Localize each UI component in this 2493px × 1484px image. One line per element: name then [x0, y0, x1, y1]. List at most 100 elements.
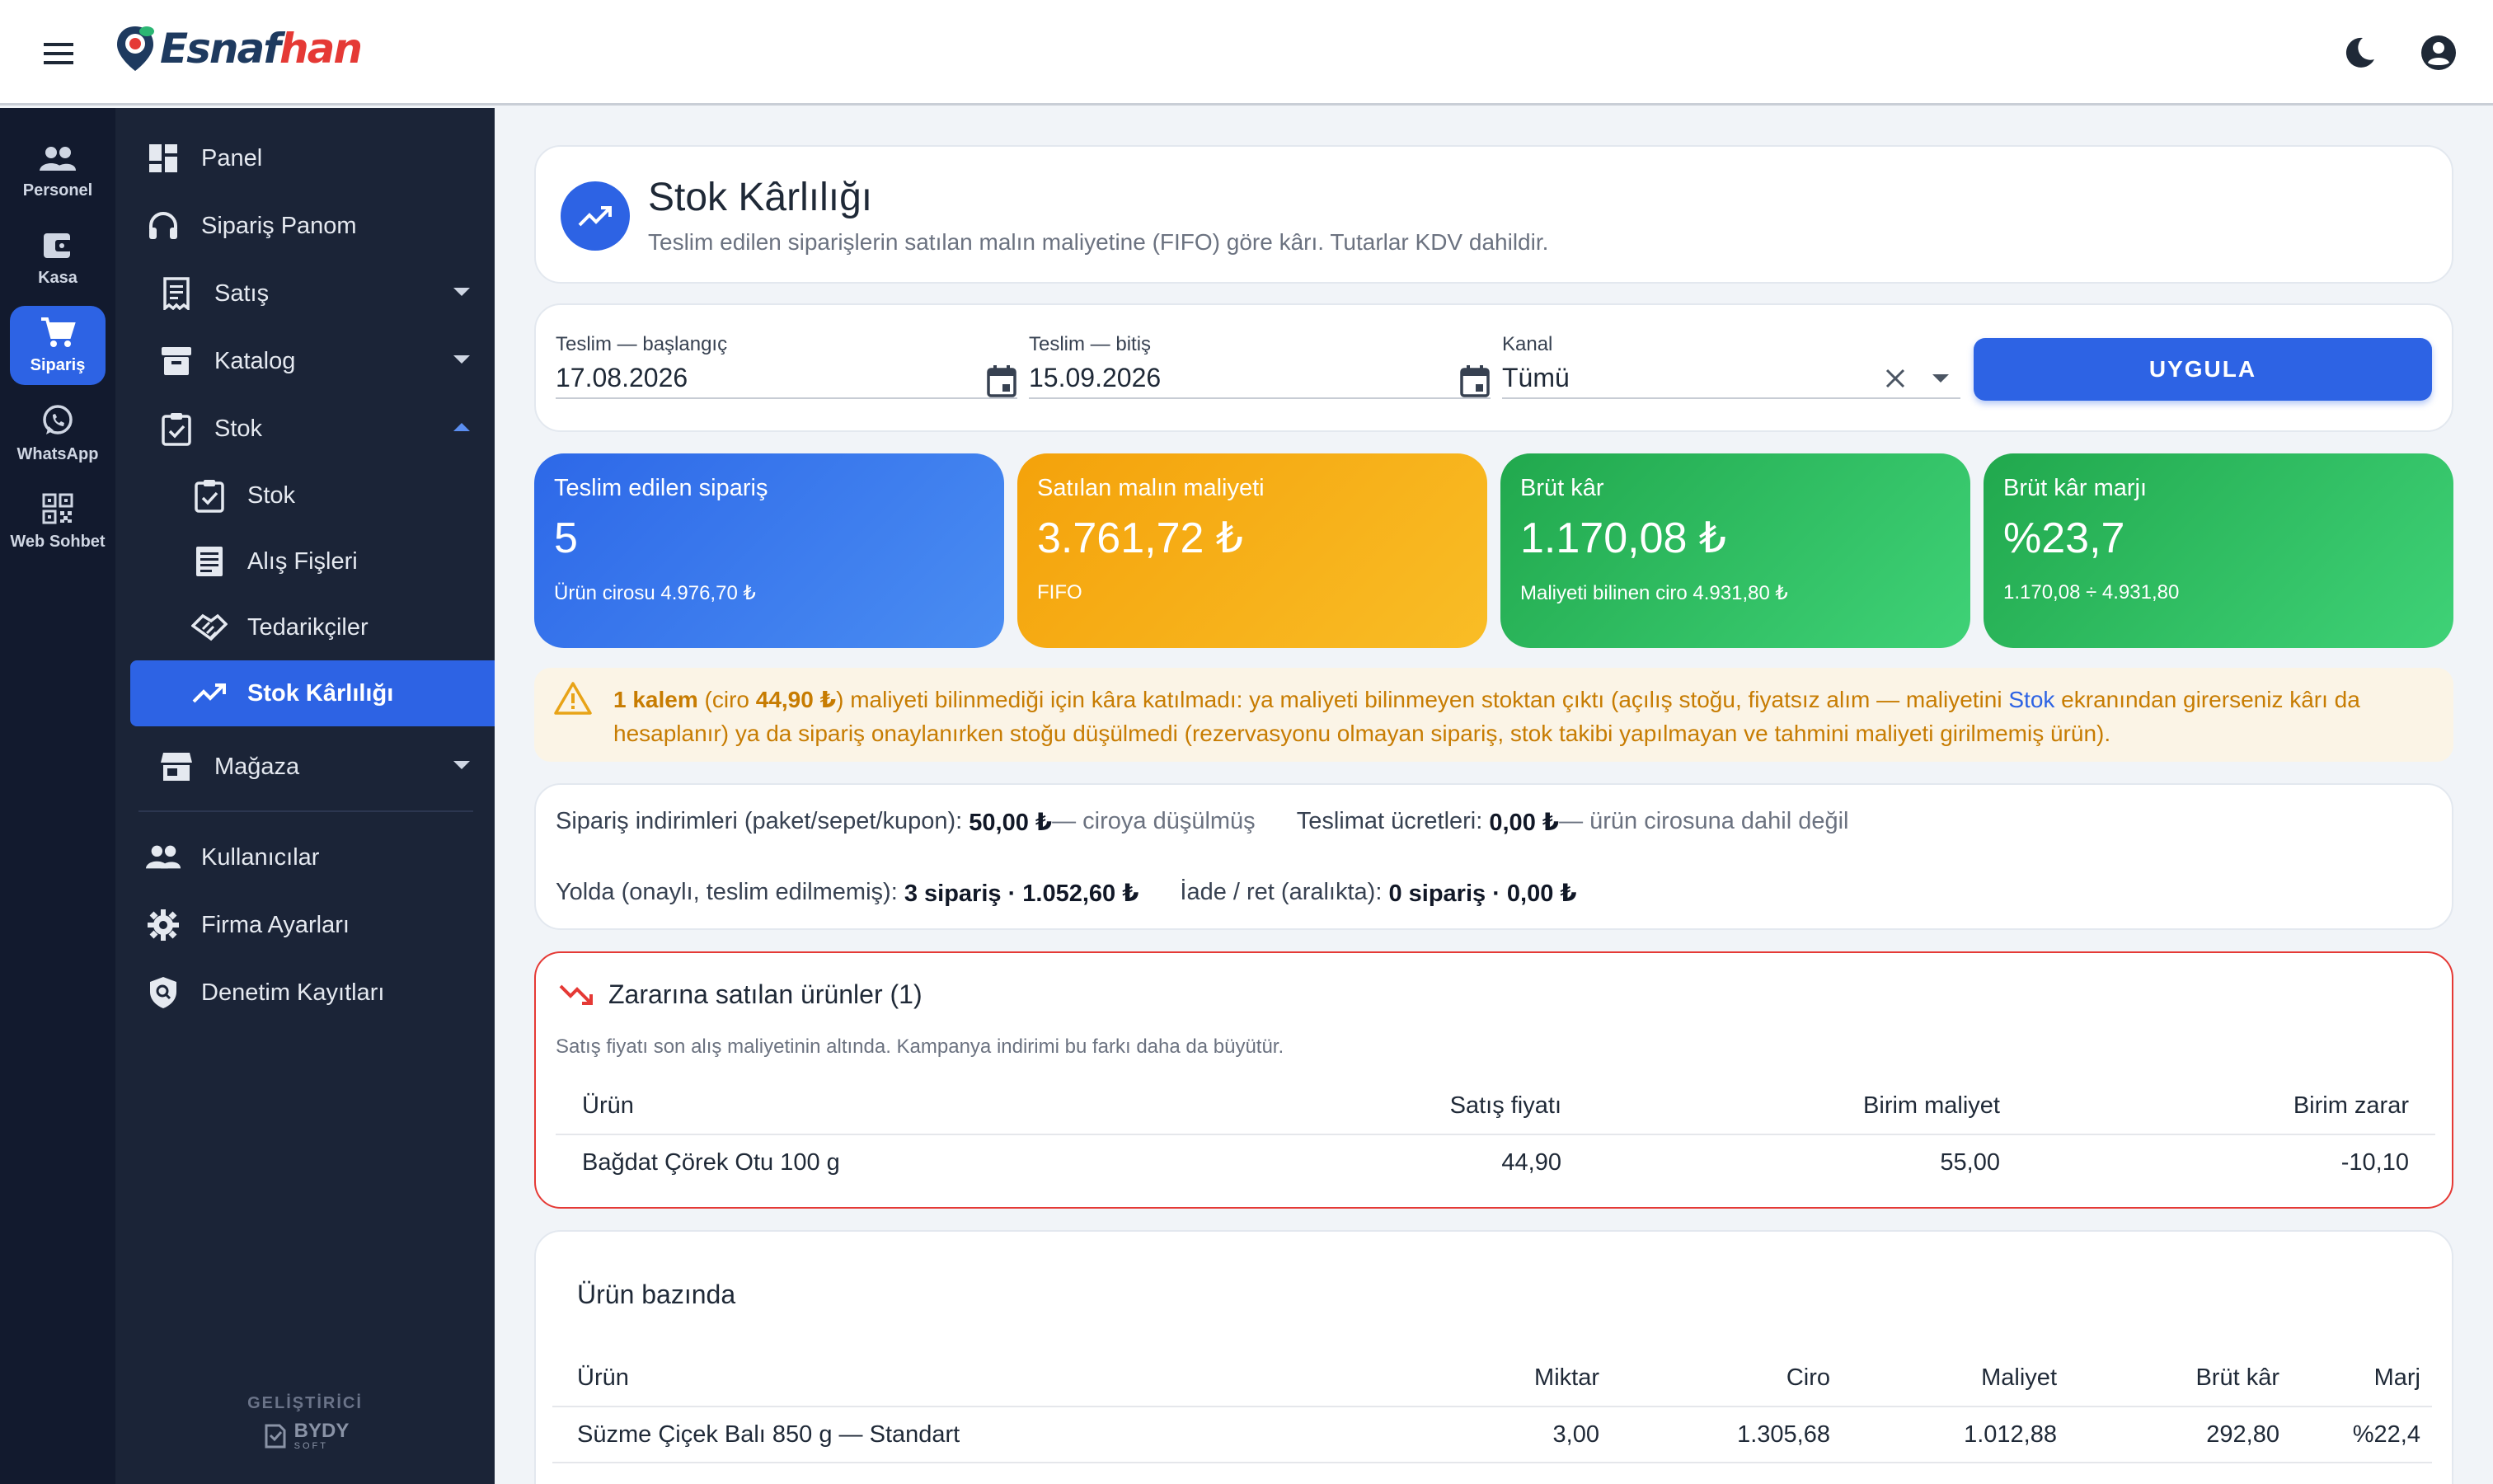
stok-link[interactable]: Stok	[2008, 687, 2054, 712]
stat-value: 3.761,72 ₺	[1037, 514, 1243, 562]
stat-label: Satılan malın maliyeti	[1037, 475, 1265, 501]
stat-card-gross-profit: Brüt kâr 1.170,08 ₺ Maliyeti bilinen cir…	[1500, 453, 1970, 648]
sidebar-item-label: Satış	[214, 279, 270, 307]
sidebar-item-firma-ayarlari[interactable]: Firma Ayarları	[115, 891, 495, 959]
column-header[interactable]: Birim zarar	[2000, 1078, 2435, 1135]
menu-icon[interactable]	[38, 33, 79, 74]
logo-text-primary: Esnaf	[160, 25, 281, 73]
receipt-icon	[158, 275, 195, 312]
chevron-down-icon[interactable]	[1932, 374, 1949, 384]
column-header[interactable]: Ürün	[556, 1078, 1133, 1135]
returns-value: 0 sipariş · 0,00 ₺	[1388, 881, 1577, 907]
calendar-icon[interactable]	[1459, 364, 1491, 397]
people-icon	[145, 839, 181, 876]
rail-item-kasa[interactable]: Kasa	[10, 218, 106, 298]
stat-value: 1.170,08 ₺	[1520, 514, 1726, 562]
rail-item-whatsapp[interactable]: WhatsApp	[10, 393, 106, 474]
page-title: Stok Kârlılığı	[648, 176, 873, 219]
end-date-field[interactable]: Teslim — bitiş 15.09.2026	[1029, 333, 1491, 399]
clear-icon[interactable]	[1885, 368, 1906, 389]
column-header[interactable]: Brüt kâr	[2068, 1350, 2291, 1407]
list-alt-icon	[191, 543, 228, 580]
account-icon[interactable]	[2414, 28, 2463, 77]
cart-icon	[41, 317, 76, 347]
start-date-field[interactable]: Teslim — başlangıç 17.08.2026	[556, 333, 1017, 399]
rail-label: Personel	[22, 181, 93, 200]
sidebar-item-panel[interactable]: Panel	[115, 124, 495, 192]
column-header[interactable]: Ciro	[1611, 1350, 1842, 1407]
chevron-down-icon	[453, 355, 470, 364]
product-name: Süzme Çiçek Balı 850 g — Standart	[552, 1407, 1426, 1463]
product-breakdown-card: Ürün bazında Ürün Miktar Ciro Maliyet Br…	[534, 1230, 2453, 1484]
qr-icon	[42, 493, 73, 524]
summary-stats: Teslim edilen sipariş 5 Ürün cirosu 4.97…	[534, 453, 2453, 648]
column-header[interactable]: Miktar	[1426, 1350, 1611, 1407]
sidebar-item-alis-fisleri[interactable]: Alış Fişleri	[115, 528, 495, 594]
sidebar-item-magaza[interactable]: Mağaza	[115, 733, 495, 801]
sidebar-item-stok-karliligi[interactable]: Stok Kârlılığı	[130, 660, 495, 726]
column-header[interactable]: Maliyet	[1842, 1350, 2068, 1407]
rail-item-siparis[interactable]: Sipariş	[10, 306, 106, 385]
sidebar-item-kullanicilar[interactable]: Kullanıcılar	[115, 824, 495, 891]
sidebar-item-label: Firma Ayarları	[201, 911, 350, 938]
table-row: Süzme Çiçek Balı 850 g — Standart 3,00 1…	[552, 1407, 2432, 1463]
rail-label: Web Sohbet	[10, 533, 106, 551]
sidebar-item-label: Mağaza	[214, 753, 300, 780]
top-app-bar: Esnafhan	[0, 0, 2493, 106]
sidebar-item-label: Stok	[214, 415, 263, 442]
stat-card-gross-margin: Brüt kâr marjı %23,7 1.170,08 ÷ 4.931,80	[1984, 453, 2453, 648]
returns-label: İade / ret (aralıkta):	[1180, 879, 1383, 905]
warning-icon	[554, 682, 592, 715]
rail-label: WhatsApp	[16, 445, 99, 463]
sidebar-item-stok-group[interactable]: Stok	[115, 395, 495, 463]
channel-select[interactable]: Kanal Tümü	[1502, 333, 1960, 399]
warning-amount: 44,90 ₺	[755, 687, 837, 712]
sidebar: Panel Sipariş Panom Satış Katalog Stok S…	[115, 108, 495, 1484]
sidebar-item-label: Stok	[247, 481, 296, 509]
sidebar-item-denetim-kayitlari[interactable]: Denetim Kayıtları	[115, 959, 495, 1026]
unknown-cost-warning: 1 kalem (ciro 44,90 ₺) maliyeti bilinmed…	[534, 668, 2453, 762]
stat-card-cogs: Satılan malın maliyeti 3.761,72 ₺ FIFO	[1017, 453, 1487, 648]
sidebar-item-label: Denetim Kayıtları	[201, 979, 385, 1006]
product-breakdown-title: Ürün bazında	[577, 1280, 736, 1309]
transit-label: Yolda (onaylı, teslim edilmemiş):	[556, 879, 898, 905]
people-icon	[40, 147, 76, 171]
sidebar-item-siparis-panom[interactable]: Sipariş Panom	[115, 192, 495, 260]
rail-item-web-sohbet[interactable]: Web Sohbet	[10, 482, 106, 561]
calendar-icon[interactable]	[986, 364, 1017, 397]
sidebar-divider	[138, 810, 473, 812]
stat-card-delivered-orders: Teslim edilen sipariş 5 Ürün cirosu 4.97…	[534, 453, 1004, 648]
sidebar-item-satis[interactable]: Satış	[115, 260, 495, 327]
column-header[interactable]: Birim maliyet	[1561, 1078, 2000, 1135]
sidebar-item-label: Panel	[201, 144, 263, 171]
apply-button[interactable]: UYGULA	[1974, 338, 2432, 401]
sidebar-item-label: Sipariş Panom	[201, 212, 357, 239]
column-header[interactable]: Satış fiyatı	[1133, 1078, 1561, 1135]
shipping-value: 0,00 ₺	[1489, 810, 1560, 836]
loss-subtitle: Satış fiyatı son alış maliyetinin altınd…	[556, 1036, 1284, 1058]
rail-item-personel[interactable]: Personel	[10, 134, 106, 210]
sidebar-item-tedarikciler[interactable]: Tedarikçiler	[115, 594, 495, 660]
chevron-down-icon	[453, 288, 470, 296]
stat-sub: Maliyeti bilinen ciro 4.931,80 ₺	[1520, 582, 1788, 604]
trending-down-icon	[559, 984, 593, 1005]
app-rail: Personel Kasa Sipariş WhatsApp Web Sohbe…	[0, 108, 115, 1484]
sale-price: 44,90	[1501, 1149, 1561, 1176]
trending-up-icon	[191, 675, 228, 711]
stat-value: %23,7	[2003, 514, 2125, 562]
sidebar-item-katalog[interactable]: Katalog	[115, 327, 495, 395]
clipboard-check-icon	[158, 411, 195, 447]
brand-logo[interactable]: Esnafhan	[114, 23, 363, 74]
developer-label: GELİŞTİRİCİ	[247, 1394, 363, 1412]
column-header[interactable]: Ürün	[552, 1350, 1426, 1407]
dark-mode-icon[interactable]	[2335, 28, 2384, 77]
loss-table: Ürün Satış fiyatı Birim maliyet Birim za…	[556, 1078, 2435, 1190]
product-link[interactable]: Bağdat Çörek Otu 100 g	[556, 1134, 1133, 1190]
sidebar-item-stok[interactable]: Stok	[115, 463, 495, 528]
shipping-note: — ürün cirosuna dahil değil	[1559, 808, 1849, 834]
developer-logo: BYDY SOFT	[115, 1421, 495, 1451]
rail-label: Kasa	[38, 269, 77, 287]
unit-loss: -10,10	[2340, 1149, 2409, 1176]
column-header[interactable]: Marj	[2291, 1350, 2432, 1407]
loss-title: Zararına satılan ürünler (1)	[608, 979, 923, 1009]
